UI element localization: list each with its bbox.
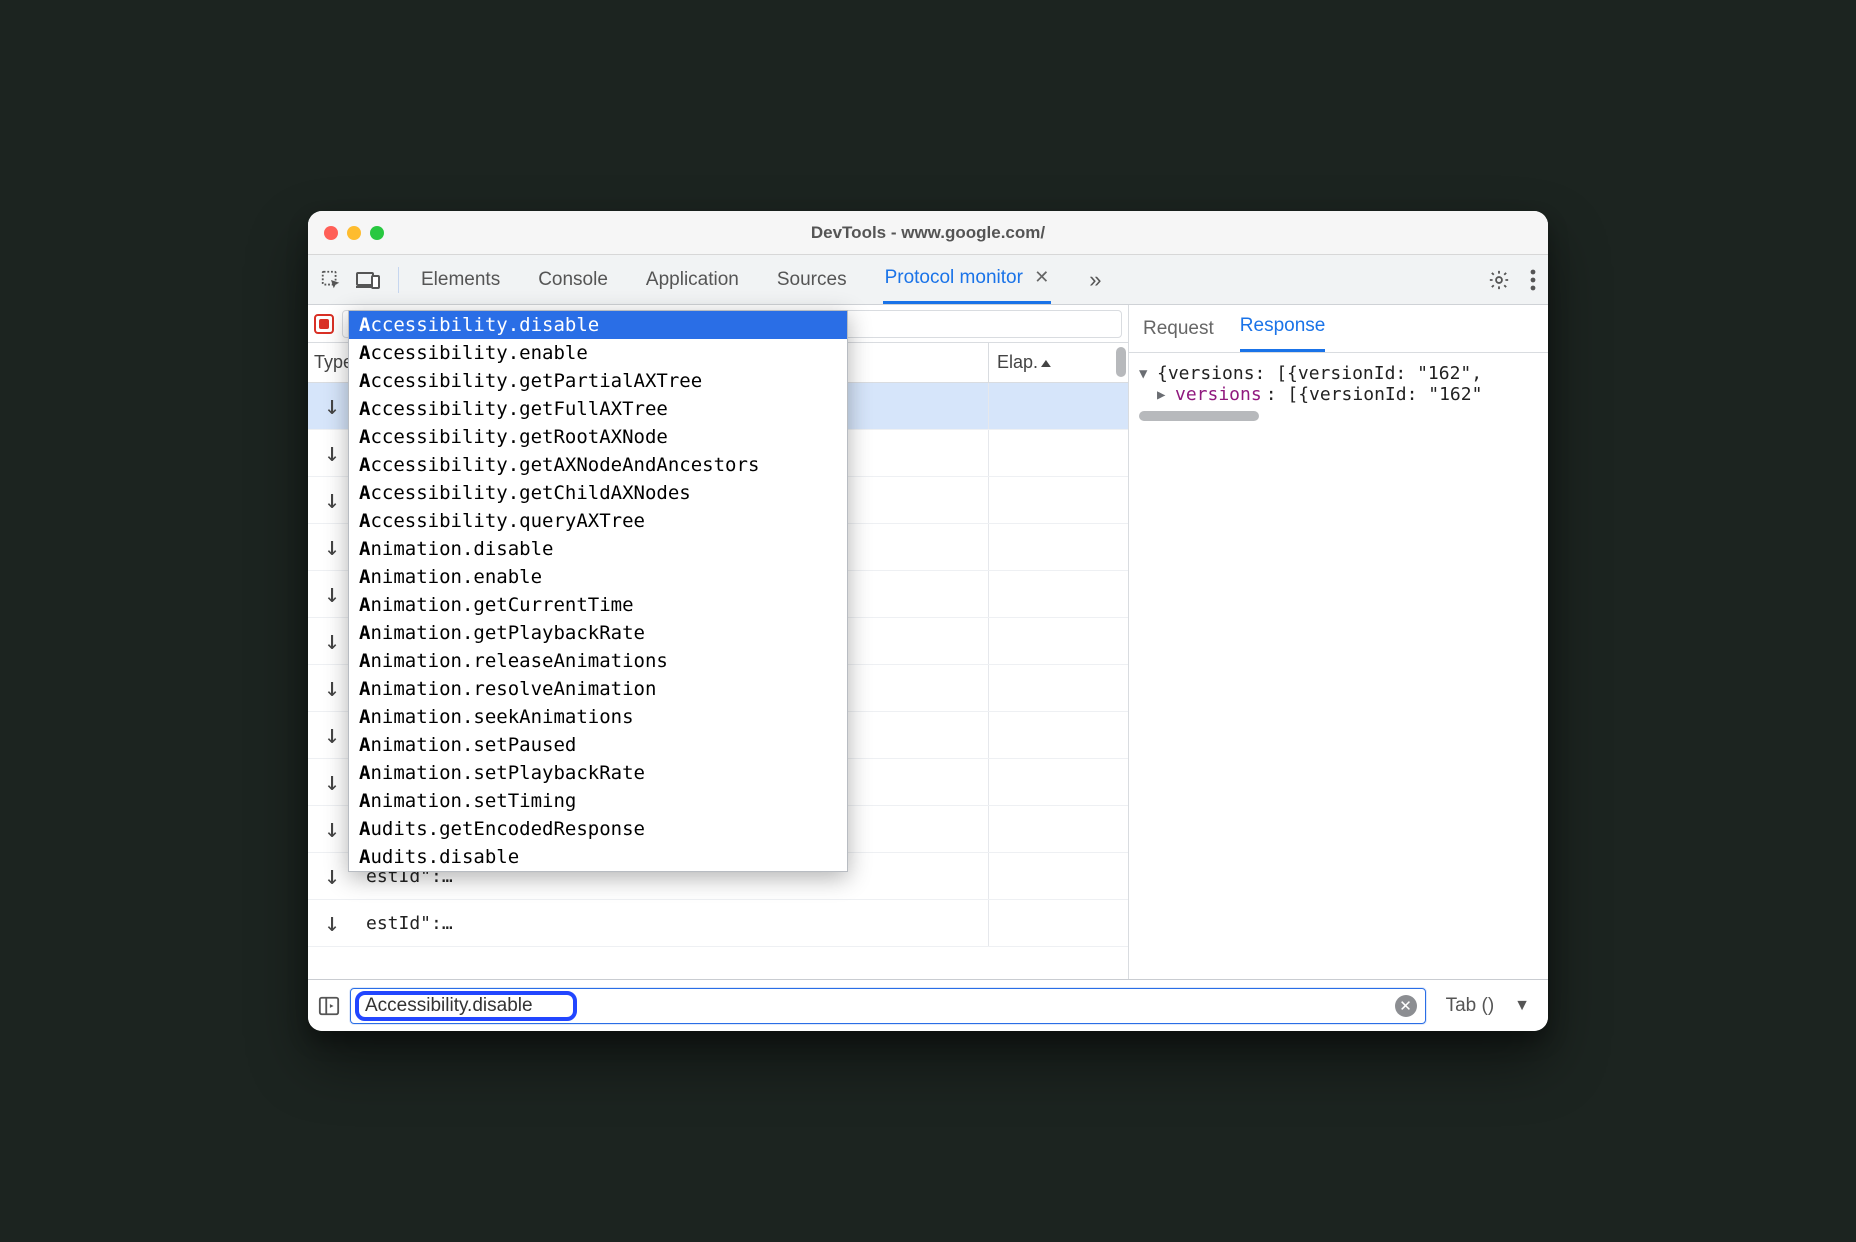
disclosure-triangle-closed-icon[interactable]: ▶: [1157, 387, 1171, 403]
autocomplete-item[interactable]: Animation.releaseAnimations: [349, 647, 847, 675]
row-elapsed: [988, 759, 1128, 805]
autocomplete-item[interactable]: Audits.disable: [349, 843, 847, 871]
tab-hint: Tab (): [1446, 995, 1495, 1017]
autocomplete-item[interactable]: Animation.setPaused: [349, 731, 847, 759]
close-window-button[interactable]: [324, 226, 338, 240]
autocomplete-list[interactable]: Accessibility.disableAccessibility.enabl…: [349, 311, 847, 871]
autocomplete-popup: Accessibility.disableAccessibility.enabl…: [348, 310, 848, 872]
more-tabs-icon[interactable]: »: [1089, 267, 1101, 293]
sort-asc-icon: ▲: [1038, 356, 1055, 370]
tab-console[interactable]: Console: [536, 257, 610, 303]
minimize-window-button[interactable]: [347, 226, 361, 240]
clear-input-icon[interactable]: ✕: [1395, 995, 1417, 1017]
detail-tab-request[interactable]: Request: [1143, 318, 1214, 352]
autocomplete-item[interactable]: Accessibility.getAXNodeAndAncestors: [349, 451, 847, 479]
row-elapsed: [988, 712, 1128, 758]
col-elapsed-label: Elap.: [997, 352, 1038, 373]
zoom-window-button[interactable]: [370, 226, 384, 240]
row-response: estId":…: [356, 913, 988, 934]
devtools-tabstrip: Elements Console Application Sources Pro…: [308, 255, 1548, 305]
row-elapsed: [988, 900, 1128, 946]
tabs: Elements Console Application Sources Pro…: [419, 255, 1488, 304]
autocomplete-item[interactable]: Animation.getPlaybackRate: [349, 619, 847, 647]
body: Type se Elap. ▲ ↓ions":[…↓estId":…↓estId…: [308, 305, 1548, 1031]
row-elapsed: [988, 571, 1128, 617]
row-elapsed: [988, 524, 1128, 570]
autocomplete-item[interactable]: Accessibility.disable: [349, 311, 847, 339]
autocomplete-item[interactable]: Animation.resolveAnimation: [349, 675, 847, 703]
autocomplete-item[interactable]: Accessibility.enable: [349, 339, 847, 367]
command-input[interactable]: Accessibility.disable ✕: [350, 988, 1426, 1024]
tree-child[interactable]: ▶ versions : [{versionId: "162": [1139, 384, 1542, 405]
inspect-icon[interactable]: [320, 269, 342, 291]
col-elapsed[interactable]: Elap. ▲: [988, 343, 1128, 382]
tree-prop-value: : [{versionId: "162": [1266, 384, 1483, 405]
row-elapsed: [988, 853, 1128, 899]
gear-icon[interactable]: [1488, 269, 1510, 291]
protocol-grid-pane: Type se Elap. ▲ ↓ions":[…↓estId":…↓estId…: [308, 305, 1128, 1031]
autocomplete-item[interactable]: Animation.setTiming: [349, 787, 847, 815]
autocomplete-item[interactable]: Accessibility.getChildAXNodes: [349, 479, 847, 507]
close-tab-icon[interactable]: ✕: [1034, 267, 1049, 287]
window-title: DevTools - www.google.com/: [308, 223, 1548, 243]
detail-tab-response[interactable]: Response: [1240, 315, 1326, 352]
device-toolbar-icon[interactable]: [356, 270, 380, 290]
tab-elements[interactable]: Elements: [419, 257, 502, 303]
hscrollbar[interactable]: [1139, 411, 1536, 421]
record-button[interactable]: [314, 314, 334, 334]
autocomplete-item[interactable]: Animation.getCurrentTime: [349, 591, 847, 619]
kebab-icon[interactable]: [1530, 269, 1536, 291]
direction-arrow-icon: ↓: [308, 908, 356, 938]
row-elapsed: [988, 665, 1128, 711]
detail-tabs: Request Response: [1129, 305, 1548, 353]
autocomplete-item[interactable]: Animation.disable: [349, 535, 847, 563]
autocomplete-item[interactable]: Accessibility.getPartialAXTree: [349, 367, 847, 395]
row-elapsed: [988, 618, 1128, 664]
titlebar: DevTools - www.google.com/: [308, 211, 1548, 255]
detail-pane: Request Response ▼ {versions: [{versionI…: [1128, 305, 1548, 1031]
command-input-value: Accessibility.disable: [365, 995, 533, 1017]
row-elapsed: [988, 430, 1128, 476]
tree-prop-name: versions: [1175, 384, 1262, 405]
params-dropdown-icon[interactable]: ▼: [1514, 997, 1530, 1015]
autocomplete-item[interactable]: Audits.getEncodedResponse: [349, 815, 847, 843]
vscroll-thumb[interactable]: [1116, 347, 1126, 377]
row-elapsed: [988, 477, 1128, 523]
autocomplete-item[interactable]: Animation.seekAnimations: [349, 703, 847, 731]
window-controls: [324, 226, 384, 240]
detail-body: ▼ {versions: [{versionId: "162", ▶ versi…: [1129, 353, 1548, 1031]
command-bar: Accessibility.disable ✕ Tab () ▼: [308, 979, 1548, 1031]
devtools-window: DevTools - www.google.com/ Elements Cons…: [308, 211, 1548, 1031]
autocomplete-item[interactable]: Accessibility.queryAXTree: [349, 507, 847, 535]
tree-root[interactable]: ▼ {versions: [{versionId: "162",: [1139, 363, 1542, 384]
row-elapsed: [988, 383, 1128, 429]
show-drawer-icon[interactable]: [318, 995, 340, 1017]
tab-label: Protocol monitor: [885, 267, 1023, 288]
autocomplete-item[interactable]: Accessibility.getFullAXTree: [349, 395, 847, 423]
tab-sources[interactable]: Sources: [775, 257, 849, 303]
autocomplete-item[interactable]: Animation.enable: [349, 563, 847, 591]
autocomplete-item[interactable]: Animation.setPlaybackRate: [349, 759, 847, 787]
table-row[interactable]: ↓estId":…: [308, 900, 1128, 947]
tab-application[interactable]: Application: [644, 257, 741, 303]
tree-root-text: {versions: [{versionId: "162",: [1157, 363, 1482, 384]
disclosure-triangle-open-icon[interactable]: ▼: [1139, 366, 1153, 382]
row-elapsed: [988, 806, 1128, 852]
tab-protocol-monitor[interactable]: Protocol monitor ✕: [883, 255, 1052, 304]
divider: [398, 267, 399, 293]
autocomplete-item[interactable]: Accessibility.getRootAXNode: [349, 423, 847, 451]
